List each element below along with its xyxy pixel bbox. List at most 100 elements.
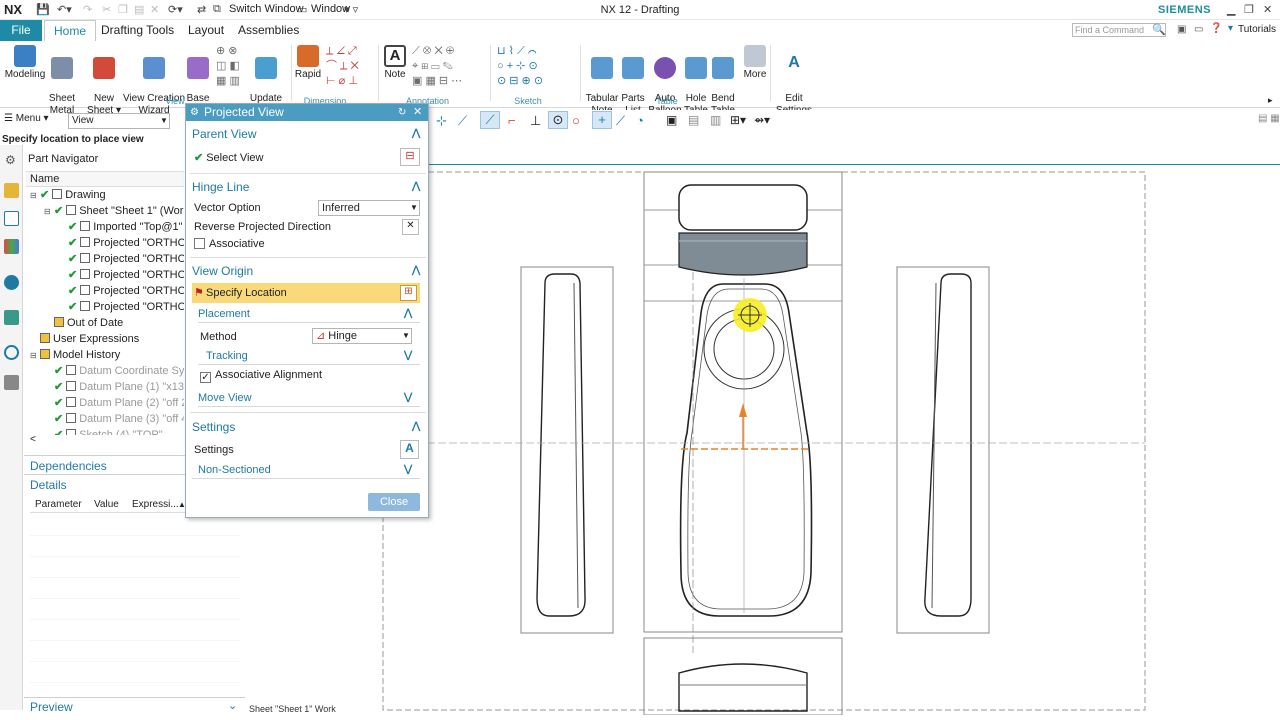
collapse-icon[interactable]: ⋀: [412, 128, 420, 139]
dimension-small-tools[interactable]: ⟂ ∠ ⤢ ⌒ ⟂ ✕ ⊢ ⌀ ⊥: [326, 44, 359, 89]
details-col-parameter[interactable]: Parameter: [35, 497, 82, 513]
tree-expander-icon[interactable]: ⊟: [30, 348, 40, 364]
checkmark-icon[interactable]: ✔: [68, 237, 77, 249]
point-on-curve-icon[interactable]: ⟋: [616, 113, 625, 129]
checkmark-icon[interactable]: ✔: [68, 269, 77, 281]
close-button[interactable]: Close: [368, 493, 420, 511]
collapse-icon[interactable]: ⋀: [404, 305, 412, 323]
help-icon[interactable]: ❓: [1210, 23, 1222, 34]
tree-node[interactable]: ✔ Sketch (4) "TOP": [24, 427, 184, 435]
checkmark-icon[interactable]: ✔: [54, 381, 63, 393]
tree-node[interactable]: ✔ Projected "ORTHO@: [24, 251, 184, 267]
tab-assemblies[interactable]: Assemblies: [229, 20, 308, 41]
quadrant-icon[interactable]: ○: [572, 113, 580, 128]
tree-node[interactable]: ⊟ Model History: [24, 347, 184, 363]
expand-icon[interactable]: ⋁: [404, 389, 412, 407]
view-origin-section[interactable]: View Origin ⋀: [192, 264, 426, 278]
checkmark-icon[interactable]: ✔: [54, 205, 63, 217]
tab-home[interactable]: Home: [44, 20, 97, 41]
select-view-row[interactable]: ✔ Select View: [194, 151, 264, 164]
close-window-icon[interactable]: ✕: [1263, 3, 1272, 16]
tree-node[interactable]: ✔ Projected "ORTHO@: [24, 267, 184, 283]
reuse-library-icon[interactable]: [4, 239, 19, 254]
checkmark-icon[interactable]: ✔: [68, 221, 77, 233]
tree-node[interactable]: ✔ Datum Plane (2) "off 27: [24, 395, 184, 411]
select-view-icon[interactable]: ⊟: [400, 148, 420, 166]
tree-node[interactable]: ✔ Datum Plane (1) "x130": [24, 379, 184, 395]
restore-icon[interactable]: ❐: [1244, 3, 1254, 16]
end-point-icon[interactable]: ⟋: [458, 113, 467, 129]
expand-icon[interactable]: ⋁: [404, 347, 412, 365]
sketch-small-tools[interactable]: ⊔ ⌇ ⟋ ⌒ ○ + ⊹ ⊙ ⊙ ⊟ ⊕ ⊙: [497, 44, 543, 89]
tree-node[interactable]: Out of Date: [24, 315, 184, 331]
render-style-icon[interactable]: ▤: [688, 113, 699, 127]
tree-expander-icon[interactable]: ⊟: [30, 188, 40, 204]
zoom-fit-icon[interactable]: ▣: [666, 113, 677, 127]
edit-settings-icon[interactable]: A: [400, 440, 419, 459]
menu-button[interactable]: ☰ Menu ▾: [4, 113, 49, 124]
search-icon[interactable]: 🔍: [1152, 23, 1166, 36]
layout-icon[interactable]: ▣: [1177, 24, 1186, 35]
associative-checkbox[interactable]: [194, 238, 205, 249]
details-col-value[interactable]: Value: [94, 497, 119, 513]
tree-node[interactable]: ✔ Imported "Top@1": [24, 219, 184, 235]
reset-icon[interactable]: ↻: [398, 104, 406, 121]
tab-file[interactable]: File: [0, 20, 42, 41]
intersection-icon[interactable]: ⊥: [530, 113, 541, 129]
placement-subsection[interactable]: Placement ⋀: [198, 305, 420, 323]
tree-node[interactable]: ✔ Datum Plane (3) "off 43: [24, 411, 184, 427]
tab-drafting-tools[interactable]: Drafting Tools: [92, 20, 183, 41]
vector-option-select[interactable]: Inferred ▼: [318, 200, 420, 216]
reverse-direction-icon[interactable]: ✕: [402, 219, 419, 235]
column-header-name[interactable]: Name: [26, 171, 184, 187]
parent-view-section[interactable]: Parent View ⋀: [192, 127, 426, 141]
checkmark-icon[interactable]: ✔: [54, 413, 63, 425]
tree-node[interactable]: ⊟✔ Sheet "Sheet 1" (Work-A: [24, 203, 184, 219]
associative-row[interactable]: Associative: [194, 238, 265, 250]
note-button[interactable]: A Note: [382, 45, 408, 81]
tracking-subsection[interactable]: Tracking ⋁: [198, 347, 420, 365]
mid-point-icon[interactable]: ⟋: [480, 111, 500, 129]
specify-location-row[interactable]: ⚑ Specify Location ⊞: [192, 283, 420, 303]
gear-icon[interactable]: ⚙: [5, 153, 16, 167]
tree-node[interactable]: ✔ Projected "ORTHO@: [24, 283, 184, 299]
tree-node[interactable]: ✔ Projected "ORTHO@: [24, 299, 184, 315]
collapse-icon[interactable]: ⋀: [412, 181, 420, 192]
process-studio-icon[interactable]: [4, 375, 19, 390]
tree-node[interactable]: User Expressions: [24, 331, 184, 347]
close-icon[interactable]: ✕: [413, 104, 422, 121]
checkmark-icon[interactable]: ✔: [68, 285, 77, 297]
non-sectioned-subsection[interactable]: Non-Sectioned ⋁: [192, 461, 420, 479]
panel-icon[interactable]: ▤ ▦: [1258, 113, 1280, 124]
expand-icon[interactable]: ⋁: [404, 461, 412, 479]
collapse-icon[interactable]: ⋀: [412, 265, 420, 276]
tutorials-link[interactable]: Tutorials: [1238, 24, 1276, 35]
tree-expander-icon[interactable]: ⊟: [44, 204, 54, 220]
annotation-small-tools[interactable]: ⟋ ⊗ ✕ ⊕ ⌖ ⊞ ▭ ✎ ▣ ▦ ⊟ ⋯: [412, 44, 462, 89]
pole-icon[interactable]: ◔: [636, 113, 644, 128]
checkmark-icon[interactable]: ✔: [40, 189, 49, 201]
move-view-subsection[interactable]: Move View ⋁: [198, 389, 420, 407]
control-point-icon[interactable]: ⌐: [508, 113, 516, 128]
details-col-expression[interactable]: Expressi...: [132, 497, 179, 513]
tree-node[interactable]: ⊟ ✔ Drawing: [24, 187, 184, 203]
rapid-dimension-button[interactable]: Rapid: [294, 45, 322, 81]
checkmark-icon[interactable]: ✔: [54, 429, 63, 435]
method-select[interactable]: ⊿ Hinge ▼: [312, 328, 412, 344]
tab-layout[interactable]: Layout: [179, 20, 233, 41]
checkmark-icon[interactable]: ✔: [54, 397, 63, 409]
selection-filter-icon[interactable]: ⇴▾: [754, 113, 770, 127]
gear-icon[interactable]: ⚙: [190, 104, 199, 121]
hinge-line-section[interactable]: Hinge Line ⋀: [192, 180, 426, 194]
snap-point-icon[interactable]: ⊹: [436, 113, 447, 129]
modeling-button[interactable]: Modeling: [4, 45, 46, 81]
view-small-tools[interactable]: ⊕ ⊗ ◫ ◧ ▦ ▥: [216, 44, 240, 89]
checkmark-icon[interactable]: ✔: [68, 253, 77, 265]
checkmark-icon[interactable]: ✔: [68, 301, 77, 313]
tree-node[interactable]: ✔ Datum Coordinate Syste: [24, 363, 184, 379]
hd3d-tools-icon[interactable]: [4, 275, 19, 290]
ribbon-collapse-icon[interactable]: ▸: [1268, 95, 1273, 106]
checkmark-icon[interactable]: ✔: [54, 365, 63, 377]
display-icon[interactable]: ▭: [1194, 24, 1203, 35]
associative-alignment-checkbox[interactable]: ✓: [200, 372, 211, 383]
